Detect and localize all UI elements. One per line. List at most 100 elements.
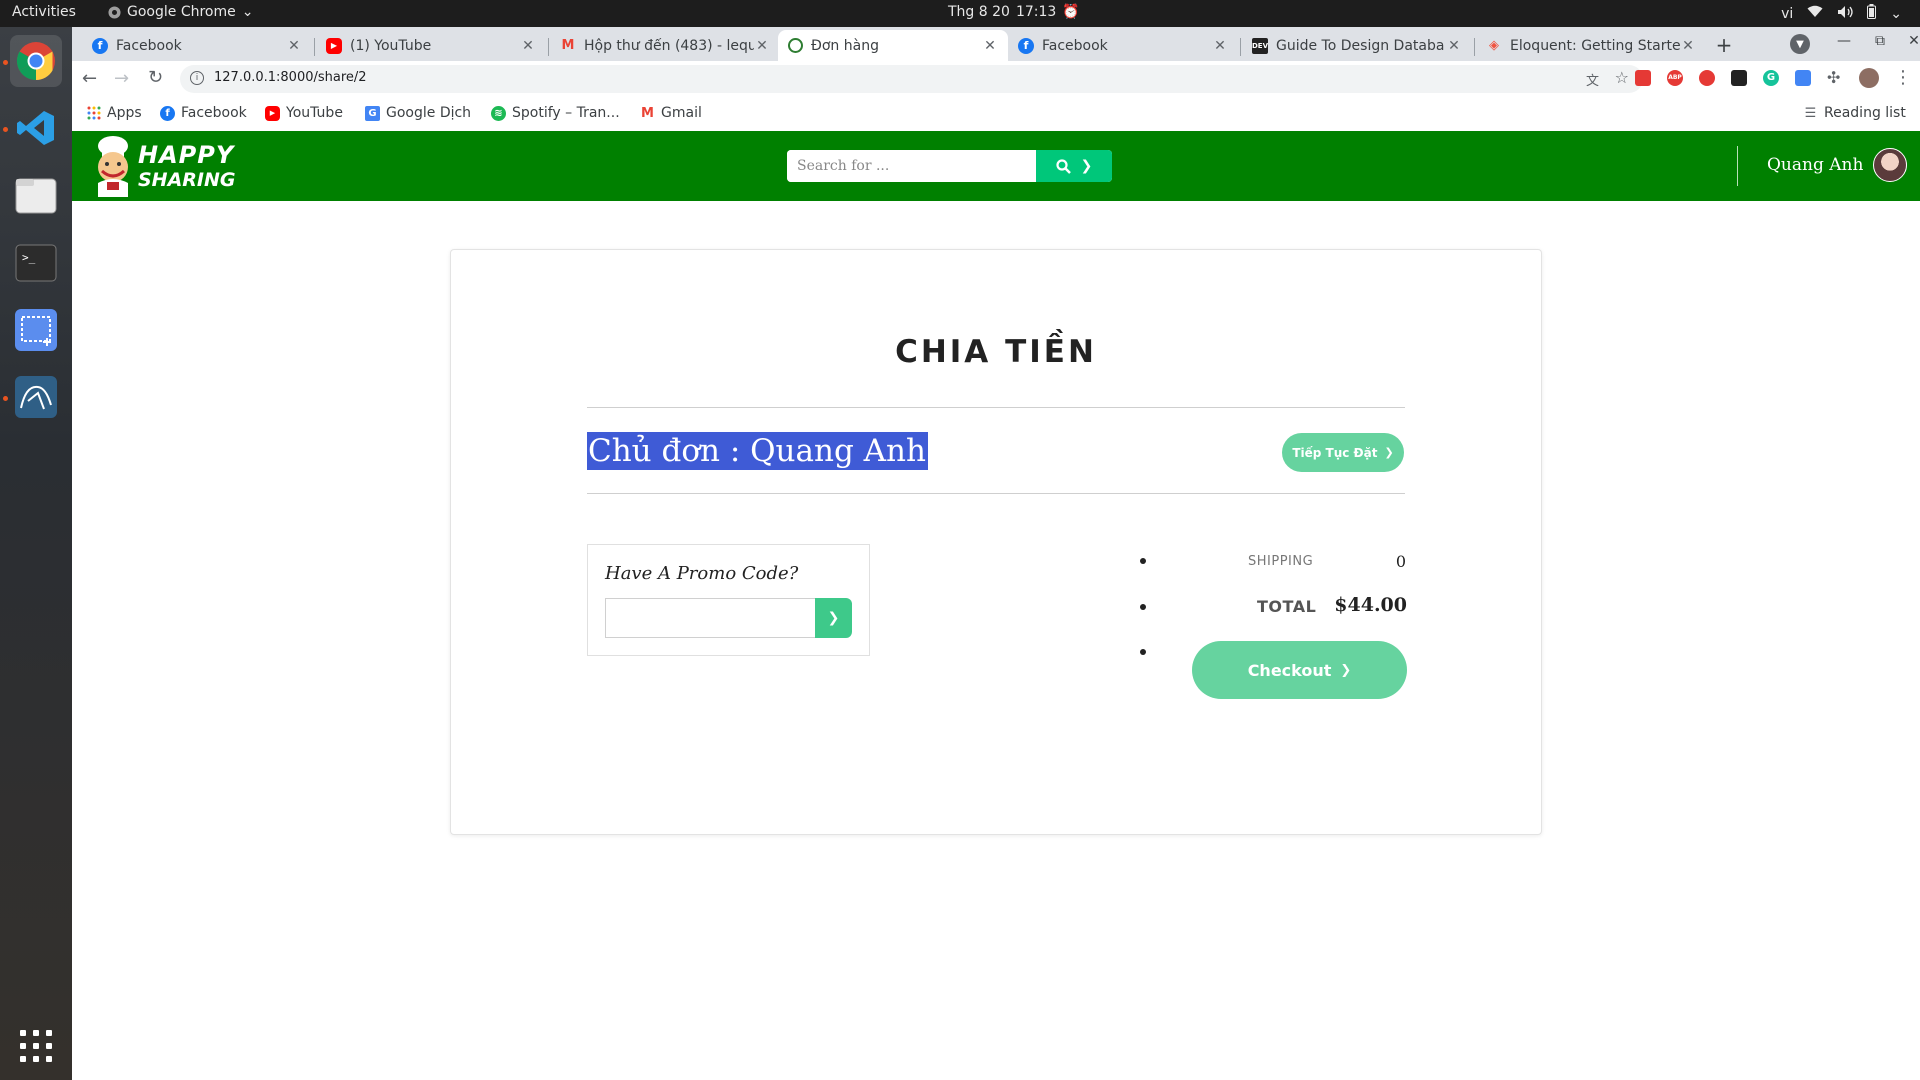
- tab-gmail[interactable]: M Hộp thư đến (483) - lequ ✕: [550, 30, 780, 61]
- tab-youtube[interactable]: ▶ (1) YouTube ✕: [316, 30, 546, 61]
- promo-code-input[interactable]: [605, 598, 816, 638]
- checkout-label: Checkout: [1247, 660, 1332, 680]
- user-menu[interactable]: Quang Anh: [1767, 148, 1908, 182]
- apply-promo-button[interactable]: ❯: [815, 598, 852, 638]
- close-icon[interactable]: ✕: [1680, 38, 1696, 54]
- facebook-icon: f: [160, 105, 175, 121]
- show-applications-icon[interactable]: [10, 1020, 62, 1072]
- chevron-right-icon: ❯: [1384, 446, 1394, 459]
- app-name-label: Google Chrome: [127, 4, 236, 20]
- close-window-button[interactable]: ✕: [1902, 33, 1920, 49]
- language-indicator[interactable]: vi: [1781, 6, 1793, 22]
- bookmark-gmail[interactable]: M Gmail: [640, 105, 702, 121]
- chevron-down-icon: ⌄: [241, 4, 254, 20]
- shipping-label: SHIPPING: [1248, 554, 1314, 569]
- chevron-right-icon: ❯: [1340, 662, 1352, 678]
- chrome-dock-icon[interactable]: [10, 35, 62, 87]
- bookmark-facebook[interactable]: f Facebook: [160, 105, 247, 121]
- close-icon[interactable]: ✕: [520, 38, 536, 54]
- logo[interactable]: HAPPY SHARING: [90, 135, 240, 197]
- browser-toolbar: ← → ↻ i 127.0.0.1:8000/share/2 文 ☆ ABP G…: [72, 61, 1920, 97]
- tab-search-button[interactable]: ▼: [1790, 34, 1810, 54]
- app-menu[interactable]: Google Chrome ⌄: [108, 4, 253, 20]
- close-icon[interactable]: ✕: [286, 38, 302, 54]
- continue-order-button[interactable]: Tiếp Tục Đặt ❯: [1282, 433, 1404, 472]
- terminal-dock-icon[interactable]: >_: [10, 237, 62, 289]
- vscode-dock-icon[interactable]: [10, 102, 62, 154]
- site-header: HAPPY SHARING ❯ Quang Anh: [72, 131, 1920, 201]
- divider: [587, 407, 1405, 408]
- tab-title: Facebook: [116, 37, 182, 54]
- apps-grid-icon: [86, 106, 101, 121]
- split-bill-card: CHIA TIỀN Chủ đơn : Quang Anh Tiếp Tục Đ…: [450, 249, 1542, 835]
- address-bar[interactable]: i 127.0.0.1:8000/share/2 文 ☆: [180, 65, 1643, 93]
- power-menu-chevron-icon[interactable]: ⌄: [1890, 6, 1902, 22]
- youtube-icon: ▶: [326, 37, 342, 54]
- svg-text:>_: >_: [22, 251, 36, 264]
- minimize-button[interactable]: —: [1832, 33, 1856, 49]
- devto-icon: DEV: [1252, 37, 1268, 54]
- tab-eloquent[interactable]: ◈ Eloquent: Getting Starte ✕: [1476, 30, 1706, 61]
- google-translate-icon[interactable]: [1795, 70, 1811, 86]
- logo-text-sharing: SHARING: [138, 169, 236, 191]
- tab-facebook-2[interactable]: f Facebook ✕: [1008, 30, 1238, 61]
- url-text[interactable]: 127.0.0.1:8000/share/2: [214, 70, 367, 85]
- wifi-icon[interactable]: [1807, 5, 1823, 22]
- facebook-icon: f: [92, 37, 108, 54]
- translate-icon[interactable]: 文: [1586, 70, 1599, 89]
- new-tab-button[interactable]: +: [1712, 33, 1736, 57]
- tab-guide-database[interactable]: DEV Guide To Design Databa ✕: [1242, 30, 1472, 61]
- bookmark-apps[interactable]: Apps: [86, 105, 142, 121]
- back-icon[interactable]: ←: [82, 68, 97, 89]
- grammarly-icon[interactable]: G: [1763, 70, 1779, 86]
- search-button[interactable]: ❯: [1036, 150, 1112, 182]
- youtube-icon: ▶: [265, 105, 280, 121]
- tab-title: Eloquent: Getting Starte: [1510, 37, 1680, 54]
- tab-don-hang[interactable]: Đơn hàng ✕: [778, 30, 1008, 61]
- total-label: TOTAL: [1257, 597, 1317, 616]
- mysql-workbench-dock-icon[interactable]: [10, 371, 62, 423]
- bookmark-google-dich[interactable]: G Google Dịch: [365, 105, 471, 121]
- reading-list-label: Reading list: [1824, 105, 1906, 121]
- clock[interactable]: Thg 8 20 17:13 ⏰: [948, 4, 1080, 20]
- extension-icon[interactable]: [1699, 70, 1715, 86]
- maximize-button[interactable]: ⧉: [1868, 33, 1892, 49]
- activities-button[interactable]: Activities: [12, 4, 76, 20]
- search-box: ❯: [787, 150, 1112, 182]
- logo-text-happy: HAPPY: [138, 141, 235, 169]
- site-info-icon[interactable]: i: [190, 71, 204, 85]
- bookmark-star-icon[interactable]: ☆: [1615, 68, 1629, 87]
- extension-icon[interactable]: [1731, 70, 1747, 86]
- header-divider: [1737, 146, 1738, 186]
- reading-list-button[interactable]: ☰ Reading list: [1803, 105, 1906, 121]
- puzzle-extensions-icon[interactable]: ✣: [1827, 68, 1840, 87]
- volume-icon[interactable]: [1837, 5, 1853, 23]
- close-icon[interactable]: ✕: [982, 38, 998, 54]
- bookmark-label: Gmail: [661, 105, 702, 121]
- tab-facebook[interactable]: f Facebook ✕: [82, 30, 312, 61]
- screenshot-dock-icon[interactable]: [10, 304, 62, 356]
- bookmarks-bar: Apps f Facebook ▶ YouTube G Google Dịch …: [72, 97, 1920, 132]
- tab-strip: f Facebook ✕ ▶ (1) YouTube ✕ M Hộp thư đ…: [72, 27, 1920, 61]
- bookmark-youtube[interactable]: ▶ YouTube: [265, 105, 343, 121]
- adblock-icon[interactable]: ABP: [1667, 70, 1683, 86]
- chevron-right-icon: ❯: [827, 610, 840, 626]
- checkout-button[interactable]: Checkout ❯: [1192, 641, 1407, 699]
- more-menu-icon[interactable]: ⋮: [1894, 67, 1912, 88]
- close-icon[interactable]: ✕: [754, 38, 770, 54]
- reload-icon[interactable]: ↻: [148, 67, 163, 88]
- profile-avatar-icon[interactable]: [1859, 68, 1879, 88]
- divider: [587, 493, 1405, 494]
- bookmark-label: Spotify – Tran...: [512, 105, 620, 121]
- bookmark-label: Facebook: [181, 105, 247, 121]
- google-translate-icon: G: [365, 105, 380, 121]
- files-dock-icon[interactable]: [10, 169, 62, 221]
- extension-icon[interactable]: [1635, 70, 1651, 86]
- battery-icon[interactable]: [1867, 4, 1877, 23]
- reading-list-icon: ☰: [1804, 105, 1817, 121]
- forward-icon[interactable]: →: [114, 68, 129, 89]
- close-icon[interactable]: ✕: [1212, 38, 1228, 54]
- bookmark-spotify[interactable]: ≋ Spotify – Tran...: [491, 105, 620, 121]
- close-icon[interactable]: ✕: [1446, 38, 1462, 54]
- page-title: CHIA TIỀN: [895, 334, 1097, 370]
